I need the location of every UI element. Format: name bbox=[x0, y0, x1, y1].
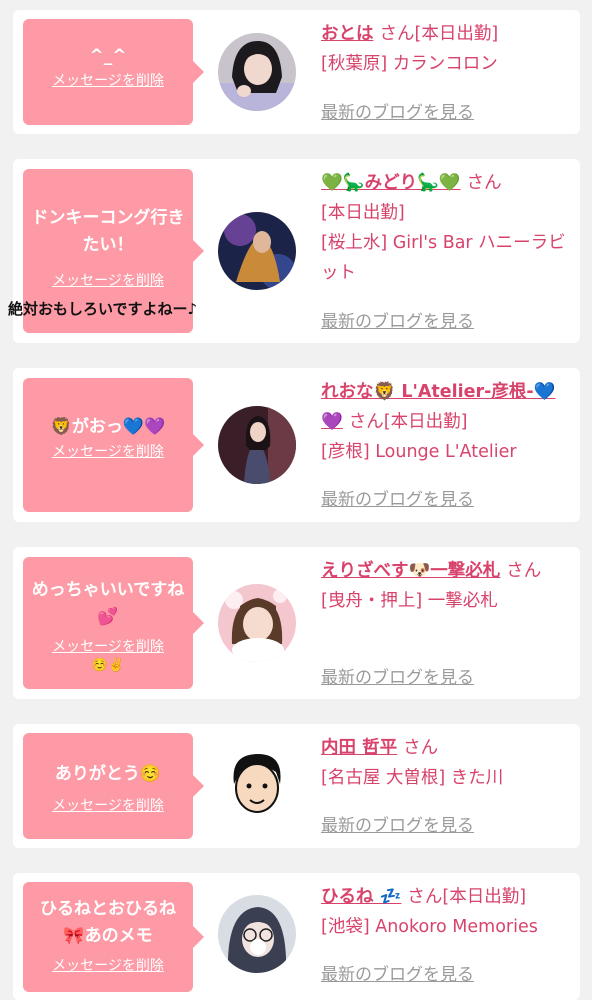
latest-blog-link[interactable]: 最新のブログを見る bbox=[321, 98, 474, 123]
status-badge: [本日出勤] bbox=[442, 887, 527, 907]
latest-blog-link[interactable]: 最新のブログを見る bbox=[321, 663, 474, 688]
message-bubble: 🦁がおっ💙💜 メッセージを削除 bbox=[23, 378, 204, 512]
delete-message-link[interactable]: メッセージを削除 bbox=[52, 442, 164, 462]
delete-message-link[interactable]: メッセージを削除 bbox=[52, 796, 164, 816]
girl-info: えりざべす🐶一撃必札 さん [曳舟・押上] 一撃必札 bbox=[321, 556, 573, 616]
girl-name-link[interactable]: 内田 哲平 bbox=[321, 738, 397, 758]
honorific: さん bbox=[407, 887, 443, 907]
latest-blog-link[interactable]: 最新のブログを見る bbox=[321, 960, 474, 985]
shop-label: [桜上水] Girl's Bar ハニーラビット bbox=[321, 233, 566, 283]
honorific: さん bbox=[379, 24, 415, 44]
overlay-caption: 絶対おもしろいですよねー♪ bbox=[8, 300, 198, 318]
message-emoji: ☺️✌️ bbox=[91, 658, 125, 673]
message-bubble: ありがとう☺️ メッセージを削除 bbox=[23, 733, 204, 839]
girl-name-link[interactable]: 💚🦕みどり🦕💚 bbox=[321, 173, 461, 193]
shop-label: [池袋] Anokoro Memories bbox=[321, 917, 538, 937]
message-card: ひるねとおひるね🎀あのメモ メッセージを削除 ひるね 💤 さん[本日出勤] [池袋… bbox=[13, 873, 580, 1000]
honorific: さん bbox=[403, 738, 439, 758]
honorific: さん bbox=[506, 561, 542, 581]
delete-message-link[interactable]: メッセージを削除 bbox=[52, 956, 164, 976]
message-text: ドンキーコング行きたい！ bbox=[31, 208, 185, 255]
delete-message-link[interactable]: メッセージを削除 bbox=[52, 637, 164, 657]
honorific: さん bbox=[348, 412, 384, 432]
girl-name-link[interactable]: えりざべす🐶一撃必札 bbox=[321, 561, 500, 581]
message-bubble: めっちゃいいですね💕 メッセージを削除 ☺️✌️ bbox=[23, 557, 204, 689]
message-text: ありがとう☺️ bbox=[54, 764, 162, 784]
avatar[interactable] bbox=[218, 212, 296, 290]
shop-label: [秋葉原] カランコロン bbox=[321, 54, 498, 74]
message-bubble: ^_^ メッセージを削除 bbox=[23, 19, 204, 125]
delete-message-link[interactable]: メッセージを削除 bbox=[52, 271, 164, 291]
message-card: ^_^ メッセージを削除 おとは さん[本日出勤] [秋葉原] カランコロン 最新… bbox=[13, 10, 580, 134]
message-text: 🦁がおっ💙💜 bbox=[50, 417, 166, 437]
message-text: ^_^ bbox=[89, 46, 127, 66]
avatar[interactable] bbox=[218, 895, 296, 973]
girl-info: おとは さん[本日出勤] [秋葉原] カランコロン bbox=[321, 19, 573, 79]
message-card: めっちゃいいですね💕 メッセージを削除 ☺️✌️ えりざべす🐶一撃必札 さん [曳… bbox=[13, 547, 580, 699]
status-badge: [本日出勤] bbox=[321, 203, 405, 223]
latest-blog-link[interactable]: 最新のブログを見る bbox=[321, 307, 474, 332]
message-text: めっちゃいいですね💕 bbox=[31, 580, 185, 627]
girl-name-link[interactable]: おとは bbox=[321, 24, 374, 44]
shop-label: [曳舟・押上] 一撃必札 bbox=[321, 591, 498, 611]
status-badge: [本日出勤] bbox=[383, 412, 468, 432]
avatar[interactable] bbox=[218, 33, 296, 111]
shop-label: [名古屋 大曽根] きた川 bbox=[321, 768, 504, 788]
avatar[interactable] bbox=[218, 584, 296, 662]
latest-blog-link[interactable]: 最新のブログを見る bbox=[321, 485, 474, 510]
girl-info: 内田 哲平 さん [名古屋 大曽根] きた川 bbox=[321, 733, 573, 793]
avatar[interactable] bbox=[218, 406, 296, 484]
message-card: 🦁がおっ💙💜 メッセージを削除 れおな🦁 L'Atelier-彦根-💙💜 さん[本… bbox=[13, 368, 580, 522]
message-card: ありがとう☺️ メッセージを削除 内田 哲平 さん [名古屋 大曽根] きた川 最… bbox=[13, 724, 580, 848]
avatar[interactable] bbox=[218, 746, 296, 824]
girl-info: 💚🦕みどり🦕💚 さん [本日出勤] [桜上水] Girl's Bar ハニーラビッ… bbox=[321, 168, 573, 288]
message-bubble: ひるねとおひるね🎀あのメモ メッセージを削除 bbox=[23, 882, 204, 992]
girl-name-link[interactable]: ひるね 💤 bbox=[321, 887, 401, 907]
message-text: ひるねとおひるね🎀あのメモ bbox=[40, 899, 176, 946]
girl-info: ひるね 💤 さん[本日出勤] [池袋] Anokoro Memories bbox=[321, 882, 573, 942]
status-badge: [本日出勤] bbox=[414, 24, 499, 44]
honorific: さん bbox=[466, 173, 502, 193]
latest-blog-link[interactable]: 最新のブログを見る bbox=[321, 811, 474, 836]
delete-message-link[interactable]: メッセージを削除 bbox=[52, 71, 164, 91]
girl-info: れおな🦁 L'Atelier-彦根-💙💜 さん[本日出勤] [彦根] Lounge… bbox=[321, 377, 573, 467]
shop-label: [彦根] Lounge L'Atelier bbox=[321, 442, 517, 462]
